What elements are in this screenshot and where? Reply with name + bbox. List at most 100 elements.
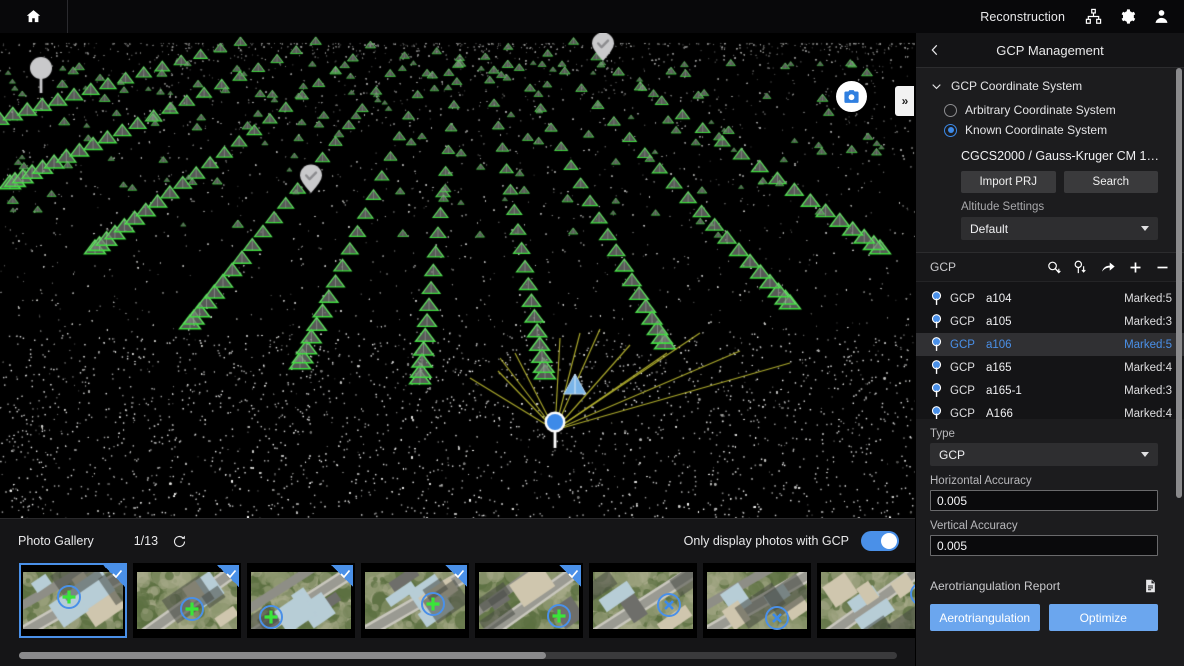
gcp-pin-icon [930, 383, 943, 398]
type-value: GCP [939, 448, 1141, 462]
gcp-row-type: GCP [950, 316, 986, 328]
chevron-down-icon [930, 80, 943, 93]
gcp-list-row[interactable]: GCPa106Marked:5 [916, 333, 1184, 356]
gcp-row-marked-count: Marked:5 [1124, 339, 1172, 351]
3d-viewport[interactable]: » [0, 33, 915, 518]
gallery-title: Photo Gallery [18, 534, 94, 548]
chevron-down-icon [1141, 226, 1149, 231]
camera-view-button[interactable] [836, 81, 867, 112]
gcp-section-label: GCP [930, 260, 1046, 274]
aerotriangulation-button[interactable]: Aerotriangulation [930, 604, 1040, 631]
gcp-row-marked-count: Marked:3 [1124, 385, 1172, 397]
photo-thumbnail[interactable] [589, 563, 697, 638]
radio-arbitrary-coordinate-system[interactable]: Arbitrary Coordinate System [916, 100, 1184, 120]
gcp-row-type: GCP [950, 362, 986, 374]
gcp-list-row[interactable]: GCPa165-1Marked:3 [916, 379, 1184, 402]
document-icon[interactable] [1143, 578, 1158, 594]
search-locate-icon[interactable] [1046, 260, 1061, 275]
import-prj-button[interactable]: Import PRJ [961, 171, 1056, 193]
point-cloud-canvas[interactable] [0, 33, 915, 518]
gallery-horizontal-scrollbar[interactable] [19, 652, 897, 659]
import-pin-icon[interactable] [1073, 260, 1088, 275]
thumbnail-strip[interactable] [0, 563, 915, 648]
horizontal-accuracy-input[interactable]: 0.005 [930, 490, 1158, 511]
home-button[interactable] [0, 0, 68, 33]
sitemap-icon[interactable] [1085, 8, 1102, 25]
gcp-row-name: A166 [986, 408, 1124, 420]
gcp-list[interactable]: GCPa104Marked:5GCPa105Marked:3GCPa106Mar… [916, 281, 1184, 419]
action-button-row: Aerotriangulation Optimize [916, 594, 1184, 631]
remove-icon[interactable] [1155, 260, 1170, 275]
add-icon[interactable] [1128, 260, 1143, 275]
check-icon [225, 568, 237, 580]
photo-thumbnail[interactable] [703, 563, 811, 638]
radio-label: Known Coordinate System [965, 123, 1107, 137]
altitude-settings-label: Altitude Settings [916, 193, 1184, 217]
gallery-toolbar: Photo Gallery 1/13 Only display photos w… [0, 519, 915, 563]
gcp-row-name: a165-1 [986, 385, 1124, 397]
gcp-marked-badge [331, 565, 353, 587]
altitude-settings-select[interactable]: Default [961, 217, 1158, 240]
check-icon [339, 568, 351, 580]
top-bar: Reconstruction [0, 0, 1184, 33]
photo-thumbnail[interactable] [817, 563, 925, 638]
gcp-row-marked-count: Marked:3 [1124, 316, 1172, 328]
vertical-accuracy-value: 0.005 [937, 539, 967, 553]
gcp-list-row[interactable]: GCPa104Marked:5 [916, 287, 1184, 310]
optimize-button[interactable]: Optimize [1049, 604, 1159, 631]
vertical-accuracy-label: Vertical Accuracy [916, 511, 1184, 535]
scrollbar-thumb[interactable] [1176, 68, 1182, 498]
gcp-marked-badge [217, 565, 239, 587]
photo-thumbnail[interactable] [133, 563, 241, 638]
photo-thumbnail[interactable] [361, 563, 469, 638]
expand-panel-tab[interactable]: » [895, 86, 914, 116]
topbar-icon-group [1085, 8, 1170, 25]
photo-thumbnail[interactable] [247, 563, 355, 638]
user-icon[interactable] [1153, 8, 1170, 25]
gcp-pin-icon [930, 360, 943, 375]
panel-scrollbar[interactable] [1176, 68, 1182, 523]
gcp-section-toolbar: GCP [916, 253, 1184, 281]
gcp-filter-toggle[interactable] [861, 531, 899, 551]
gcp-pin-icon [930, 337, 943, 352]
photo-thumbnail[interactable] [475, 563, 583, 638]
gcp-rows-container: GCPa104Marked:5GCPa105Marked:3GCPa106Mar… [916, 282, 1184, 419]
coordinate-system-section-header[interactable]: GCP Coordinate System [916, 68, 1184, 100]
search-crs-button[interactable]: Search [1064, 171, 1159, 193]
chevron-left-icon [928, 43, 942, 57]
photo-gallery: Photo Gallery 1/13 Only display photos w… [0, 518, 915, 666]
gcp-pin-icon [930, 406, 943, 419]
gcp-row-name: a106 [986, 339, 1124, 351]
crs-name-value[interactable]: CGCS2000 / Gauss-Kruger CM 1… [916, 140, 1184, 171]
horizontal-accuracy-label: Horizontal Accuracy [916, 466, 1184, 490]
gcp-row-name: a165 [986, 362, 1124, 374]
gear-icon[interactable] [1119, 8, 1136, 25]
scrollbar-thumb[interactable] [19, 652, 546, 659]
type-label: Type [916, 419, 1184, 443]
gcp-list-row[interactable]: GCPa105Marked:3 [916, 310, 1184, 333]
gcp-management-panel: GCP Management GCP Coordinate System Arb… [915, 33, 1184, 666]
export-icon[interactable] [1100, 259, 1116, 275]
refresh-button[interactable] [172, 534, 187, 549]
coordinate-system-label: GCP Coordinate System [951, 79, 1082, 93]
radio-known-coordinate-system[interactable]: Known Coordinate System [916, 120, 1184, 140]
app-root: Reconstruction [0, 0, 1184, 666]
radio-label: Arbitrary Coordinate System [965, 103, 1116, 117]
gcp-list-row[interactable]: GCPA166Marked:4 [916, 402, 1184, 419]
chevron-down-icon [1141, 452, 1149, 457]
gcp-pin-icon [930, 291, 943, 306]
gcp-list-row[interactable]: GCPa165Marked:4 [916, 356, 1184, 379]
camera-icon [843, 88, 860, 105]
type-select[interactable]: GCP [930, 443, 1158, 466]
gcp-marked-badge [559, 565, 581, 587]
check-icon [453, 568, 465, 580]
vertical-accuracy-input[interactable]: 0.005 [930, 535, 1158, 556]
gcp-row-marked-count: Marked:4 [1124, 362, 1172, 374]
back-button[interactable] [916, 33, 954, 68]
horizontal-accuracy-value: 0.005 [937, 494, 967, 508]
gcp-row-name: a104 [986, 293, 1124, 305]
gcp-row-marked-count: Marked:5 [1124, 293, 1172, 305]
aerotriangulation-report-row: Aerotriangulation Report [916, 556, 1184, 594]
photo-thumbnail[interactable] [19, 563, 127, 638]
gcp-row-type: GCP [950, 408, 986, 420]
